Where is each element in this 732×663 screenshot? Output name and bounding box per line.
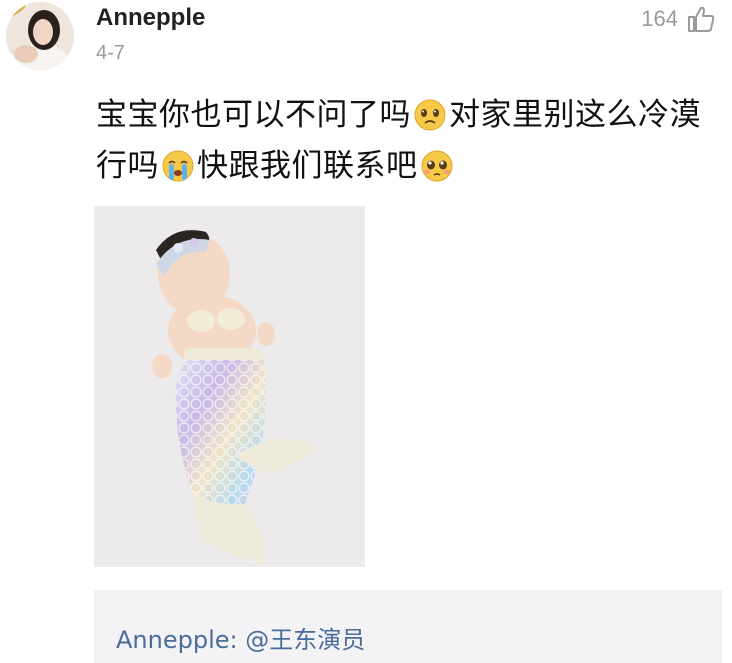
avatar-image bbox=[6, 2, 74, 70]
like-button[interactable]: 164 bbox=[641, 4, 716, 34]
comment-text-part-1: 宝宝你也可以不问了吗 bbox=[96, 97, 411, 133]
baby-mermaid-photo bbox=[94, 206, 365, 567]
reply-box: Annepple: @王东演员 bbox=[94, 590, 722, 663]
comment-text: 宝宝你也可以不问了吗 对家里别这么冷漠行吗 快跟我们联系吧 bbox=[96, 90, 721, 192]
thumbs-up-icon bbox=[688, 6, 715, 32]
avatar[interactable] bbox=[6, 2, 74, 70]
reply-author[interactable]: Annepple: bbox=[116, 626, 238, 654]
reply-text: Annepple: @王东演员 bbox=[116, 620, 365, 655]
comment-text-part-3: 快跟我们联系吧 bbox=[197, 148, 418, 184]
pleading-face-emoji-icon bbox=[421, 150, 452, 182]
username[interactable]: Annepple bbox=[96, 4, 205, 32]
like-count: 164 bbox=[641, 6, 678, 31]
comment-date: 4-7 bbox=[96, 42, 125, 64]
attached-photo[interactable] bbox=[94, 206, 365, 567]
reply-mention[interactable]: @王东演员 bbox=[245, 626, 365, 654]
crying-face-emoji-icon bbox=[162, 150, 194, 182]
sad-face-emoji-icon bbox=[414, 99, 446, 131]
